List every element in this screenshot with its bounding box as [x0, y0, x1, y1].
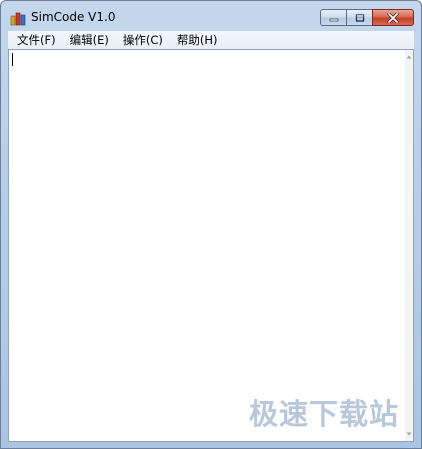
- caption-buttons: [320, 9, 414, 26]
- menu-edit[interactable]: 编辑(E): [63, 31, 116, 49]
- text-caret: [12, 53, 13, 66]
- close-icon: [387, 12, 399, 23]
- close-button[interactable]: [372, 9, 414, 26]
- vertical-scrollbar[interactable]: [405, 50, 413, 441]
- window-bottom-border: [1, 442, 421, 448]
- scroll-up-arrow-icon[interactable]: [406, 54, 412, 60]
- app-window: SimCode V1.0 文件(F) 编辑(E) 操作(C) 帮助(H) 极速下…: [0, 0, 422, 449]
- minimize-button[interactable]: [320, 9, 346, 26]
- text-editor[interactable]: 极速下载站: [8, 49, 414, 442]
- maximize-button[interactable]: [346, 9, 372, 26]
- menu-bar: 文件(F) 编辑(E) 操作(C) 帮助(H): [8, 31, 414, 49]
- watermark-text: 极速下载站: [248, 397, 399, 431]
- simcode-app-icon[interactable]: [10, 10, 26, 26]
- maximize-icon: [355, 13, 364, 22]
- menu-help[interactable]: 帮助(H): [170, 31, 225, 49]
- window-title: SimCode V1.0: [31, 10, 116, 24]
- menu-operation[interactable]: 操作(C): [116, 31, 170, 49]
- menu-file[interactable]: 文件(F): [10, 31, 63, 49]
- minimize-icon: [329, 18, 338, 21]
- scroll-down-arrow-icon[interactable]: [406, 431, 412, 437]
- title-bar[interactable]: SimCode V1.0: [1, 1, 421, 31]
